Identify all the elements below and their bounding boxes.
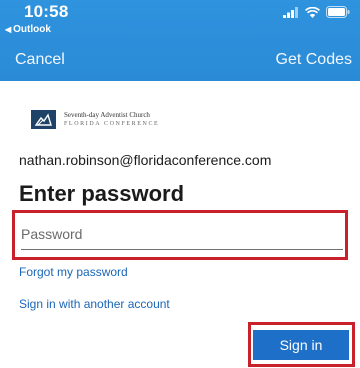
wifi-icon <box>305 6 320 18</box>
church-logo-icon <box>31 110 56 129</box>
organization-logo: Seventh-day Adventist Church FLORIDA CON… <box>31 110 159 129</box>
page-title: Enter password <box>19 181 185 206</box>
other-account-link[interactable]: Sign in with another account <box>19 297 170 311</box>
battery-icon <box>326 6 350 18</box>
sign-in-button[interactable]: Sign in <box>253 330 349 360</box>
organization-name: Seventh-day Adventist Church FLORIDA CON… <box>64 111 159 129</box>
status-icons <box>283 6 350 18</box>
back-to-app[interactable]: ◀ Outlook <box>5 24 51 35</box>
status-time: 10:58 <box>24 2 69 21</box>
cancel-button[interactable]: Cancel <box>15 51 65 69</box>
back-triangle-icon: ◀ <box>5 25 12 34</box>
forgot-password-link[interactable]: Forgot my password <box>19 265 128 279</box>
back-app-label: Outlook <box>13 24 51 35</box>
top-bar: 10:58 ◀ Outlook Cancel Get Codes <box>0 0 360 81</box>
org-name-line2: FLORIDA CONFERENCE <box>64 120 160 127</box>
account-email: nathan.robinson@floridaconference.com <box>19 152 272 168</box>
org-name-line1: Seventh-day Adventist Church <box>64 110 150 119</box>
signal-icon <box>283 6 298 18</box>
get-codes-button[interactable]: Get Codes <box>276 51 352 69</box>
password-input[interactable] <box>21 221 343 250</box>
